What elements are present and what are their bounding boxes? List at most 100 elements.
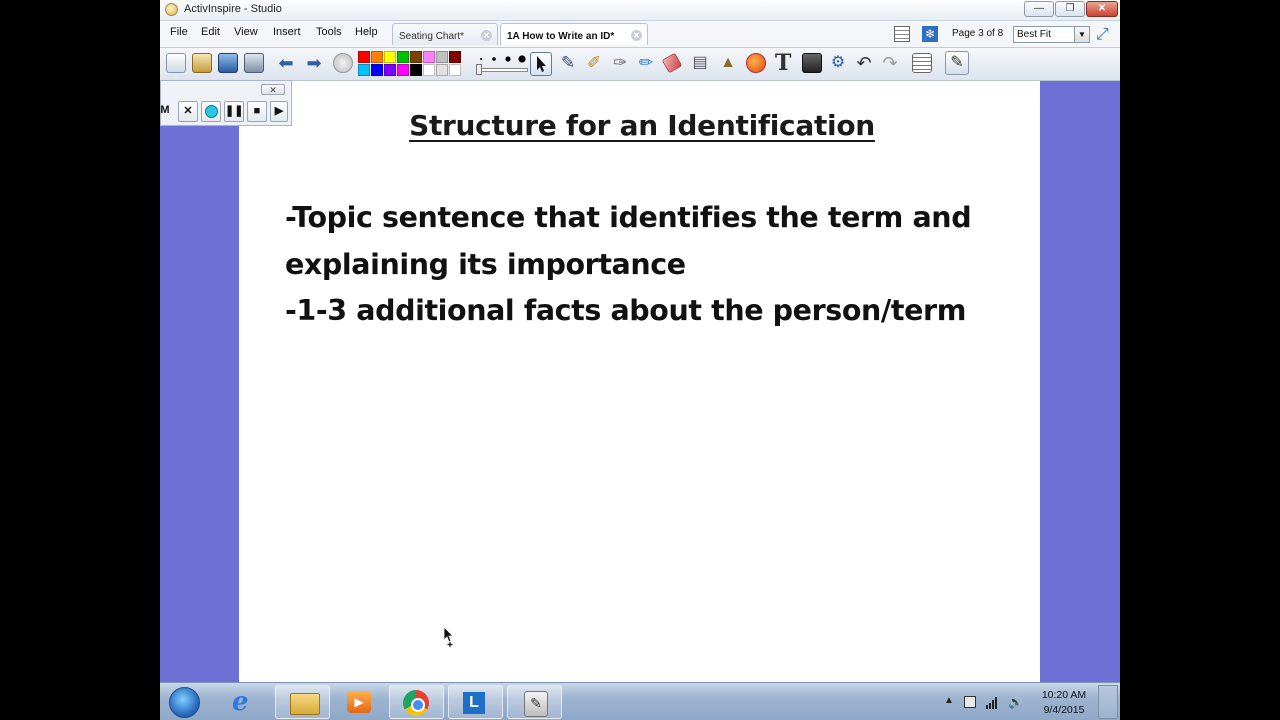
tab-1a-how-to-write-an-id[interactable]: 1A How to Write an ID* ✕ — [500, 23, 648, 45]
pen-width-slider[interactable] — [478, 68, 528, 72]
menu-file[interactable]: File — [170, 26, 188, 38]
close-button[interactable]: ✕ — [1086, 1, 1118, 17]
fill-tool-icon[interactable]: ▤ — [690, 53, 710, 73]
color-swatch[interactable] — [384, 51, 396, 63]
show-hidden-icons-icon[interactable]: ▲ — [944, 695, 954, 707]
menu-insert[interactable]: Insert — [273, 26, 301, 38]
record-button[interactable] — [201, 101, 221, 122]
clock-date: 9/4/2015 — [1043, 704, 1085, 716]
zoom-value: Best Fit — [1017, 29, 1051, 40]
volume-icon[interactable]: 🔊 — [1008, 696, 1023, 708]
lync-icon[interactable]: L — [448, 685, 503, 719]
color-swatch[interactable] — [449, 64, 461, 76]
color-swatch[interactable] — [371, 51, 383, 63]
slide-text-line: -1-3 additional facts about the person/t… — [285, 294, 967, 327]
magic-pen-icon[interactable]: ✑ — [610, 53, 630, 73]
page-browser-icon[interactable] — [894, 26, 910, 42]
text-tool-icon[interactable]: T — [775, 51, 791, 75]
toolbox-icon[interactable]: ✎ — [945, 51, 969, 75]
window-title: ActivInspire - Studio — [184, 3, 282, 15]
slide-title: Structure for an Identification — [409, 109, 875, 142]
window-controls: — ❐ ✕ — [1024, 1, 1118, 17]
color-swatch[interactable] — [371, 64, 383, 76]
recorder-close-button[interactable]: ✕ — [261, 84, 285, 95]
stop-button[interactable]: ■ — [247, 101, 267, 122]
menu-view[interactable]: View — [234, 26, 258, 38]
shape-tool-icon[interactable] — [746, 53, 766, 73]
color-swatch[interactable] — [397, 51, 409, 63]
recorder-toolbar: ✕ M ✕ ❚❚ ■ ▶ — [160, 80, 292, 126]
pen-tool-icon[interactable]: ✎ — [558, 53, 578, 73]
slider-handle[interactable] — [476, 64, 482, 75]
color-swatch[interactable] — [358, 64, 370, 76]
color-swatch[interactable] — [436, 51, 448, 63]
activinspire-app-icon — [165, 3, 178, 16]
snowflake-icon[interactable]: ❄ — [922, 26, 938, 42]
play-icon[interactable] — [333, 53, 353, 73]
slide-text-line: -Topic sentence that identifies the term… — [285, 201, 972, 234]
next-page-icon[interactable]: ➡ — [304, 53, 324, 73]
windows-start-icon[interactable] — [169, 687, 200, 718]
mouse-cursor-icon — [443, 626, 454, 647]
main-toolbar: ⬅ ➡ ✎ ✐ ✑ ✏ ▤ ▲ T ⚙ ↶ ↷ ✎ — [160, 48, 1120, 81]
undo-icon[interactable]: ↶ — [854, 53, 874, 73]
previous-page-icon[interactable]: ⬅ — [276, 53, 296, 73]
flipchart-page[interactable]: Structure for an Identification -Topic s… — [239, 81, 1040, 682]
redo-icon[interactable]: ↷ — [880, 53, 900, 73]
taskbar: e ▶ L ✎ ▲ 🔊 10:20 AM 9/4/2015 — [160, 682, 1120, 720]
show-desktop-button[interactable] — [1098, 685, 1118, 719]
slide-text-line: explaining its importance — [285, 248, 686, 281]
zoom-select[interactable]: Best Fit ▼ — [1013, 26, 1090, 43]
desktop-tools-icon[interactable] — [192, 53, 212, 73]
title-bar: ActivInspire - Studio — ❐ ✕ — [160, 0, 1120, 21]
highlighter-icon[interactable]: ✏ — [636, 53, 656, 73]
main-menu-icon[interactable] — [166, 53, 186, 73]
notes-icon[interactable] — [912, 53, 932, 73]
tab-close-icon[interactable]: ✕ — [631, 30, 642, 41]
color-swatch[interactable] — [397, 64, 409, 76]
menu-tools[interactable]: Tools — [316, 26, 342, 38]
network-icon[interactable] — [986, 696, 998, 709]
menu-help[interactable]: Help — [355, 26, 378, 38]
paint-bucket-icon[interactable]: ▲ — [718, 53, 738, 73]
dual-user-icon[interactable] — [244, 53, 264, 73]
tab-seating-chart[interactable]: Seating Chart* ✕ — [392, 23, 498, 45]
annotate-desktop-icon[interactable] — [218, 53, 238, 73]
color-swatch[interactable] — [423, 51, 435, 63]
clear-icon[interactable]: ⚙ — [828, 53, 848, 73]
page-indicator: Page 3 of 8 — [952, 28, 1004, 39]
color-swatch[interactable] — [358, 51, 370, 63]
color-swatch[interactable] — [449, 51, 461, 63]
usb-icon[interactable] — [964, 696, 976, 708]
chevron-down-icon[interactable]: ▼ — [1074, 27, 1089, 42]
internet-explorer-icon[interactable]: e — [216, 685, 271, 719]
pause-button[interactable]: ❚❚ — [224, 101, 244, 122]
tab-label: Seating Chart* — [399, 31, 465, 42]
media-player-icon[interactable]: ▶ — [332, 685, 387, 719]
color-swatch[interactable] — [423, 64, 435, 76]
minimize-button[interactable]: — — [1024, 1, 1054, 17]
magic-ink-icon[interactable]: ✐ — [584, 53, 604, 73]
clock[interactable]: 10:20 AM 9/4/2015 — [1036, 688, 1092, 718]
select-tool-icon[interactable] — [530, 52, 552, 76]
fit-to-screen-icon[interactable]: ⤢ — [1096, 26, 1109, 44]
pen-width-icon[interactable] — [478, 52, 528, 64]
color-swatch[interactable] — [436, 64, 448, 76]
menu-edit[interactable]: Edit — [201, 26, 220, 38]
screen: ActivInspire - Studio — ❐ ✕ File Edit Vi… — [160, 0, 1120, 720]
color-swatch[interactable] — [410, 64, 422, 76]
tab-close-icon[interactable]: ✕ — [481, 30, 492, 41]
menu-bar: File Edit View Insert Tools Help Seating… — [160, 21, 1120, 48]
restore-button[interactable]: ❐ — [1055, 1, 1085, 17]
color-palette — [358, 51, 461, 76]
screen-shade-icon[interactable] — [802, 53, 822, 73]
clock-time: 10:20 AM — [1041, 689, 1087, 701]
cancel-record-button[interactable]: ✕ — [178, 101, 198, 122]
color-swatch[interactable] — [410, 51, 422, 63]
chrome-icon[interactable] — [389, 685, 444, 719]
file-explorer-icon[interactable] — [275, 685, 330, 719]
eraser-icon[interactable] — [661, 52, 683, 74]
play-button[interactable]: ▶ — [270, 101, 288, 122]
activinspire-taskbar-icon[interactable]: ✎ — [507, 685, 562, 719]
color-swatch[interactable] — [384, 64, 396, 76]
